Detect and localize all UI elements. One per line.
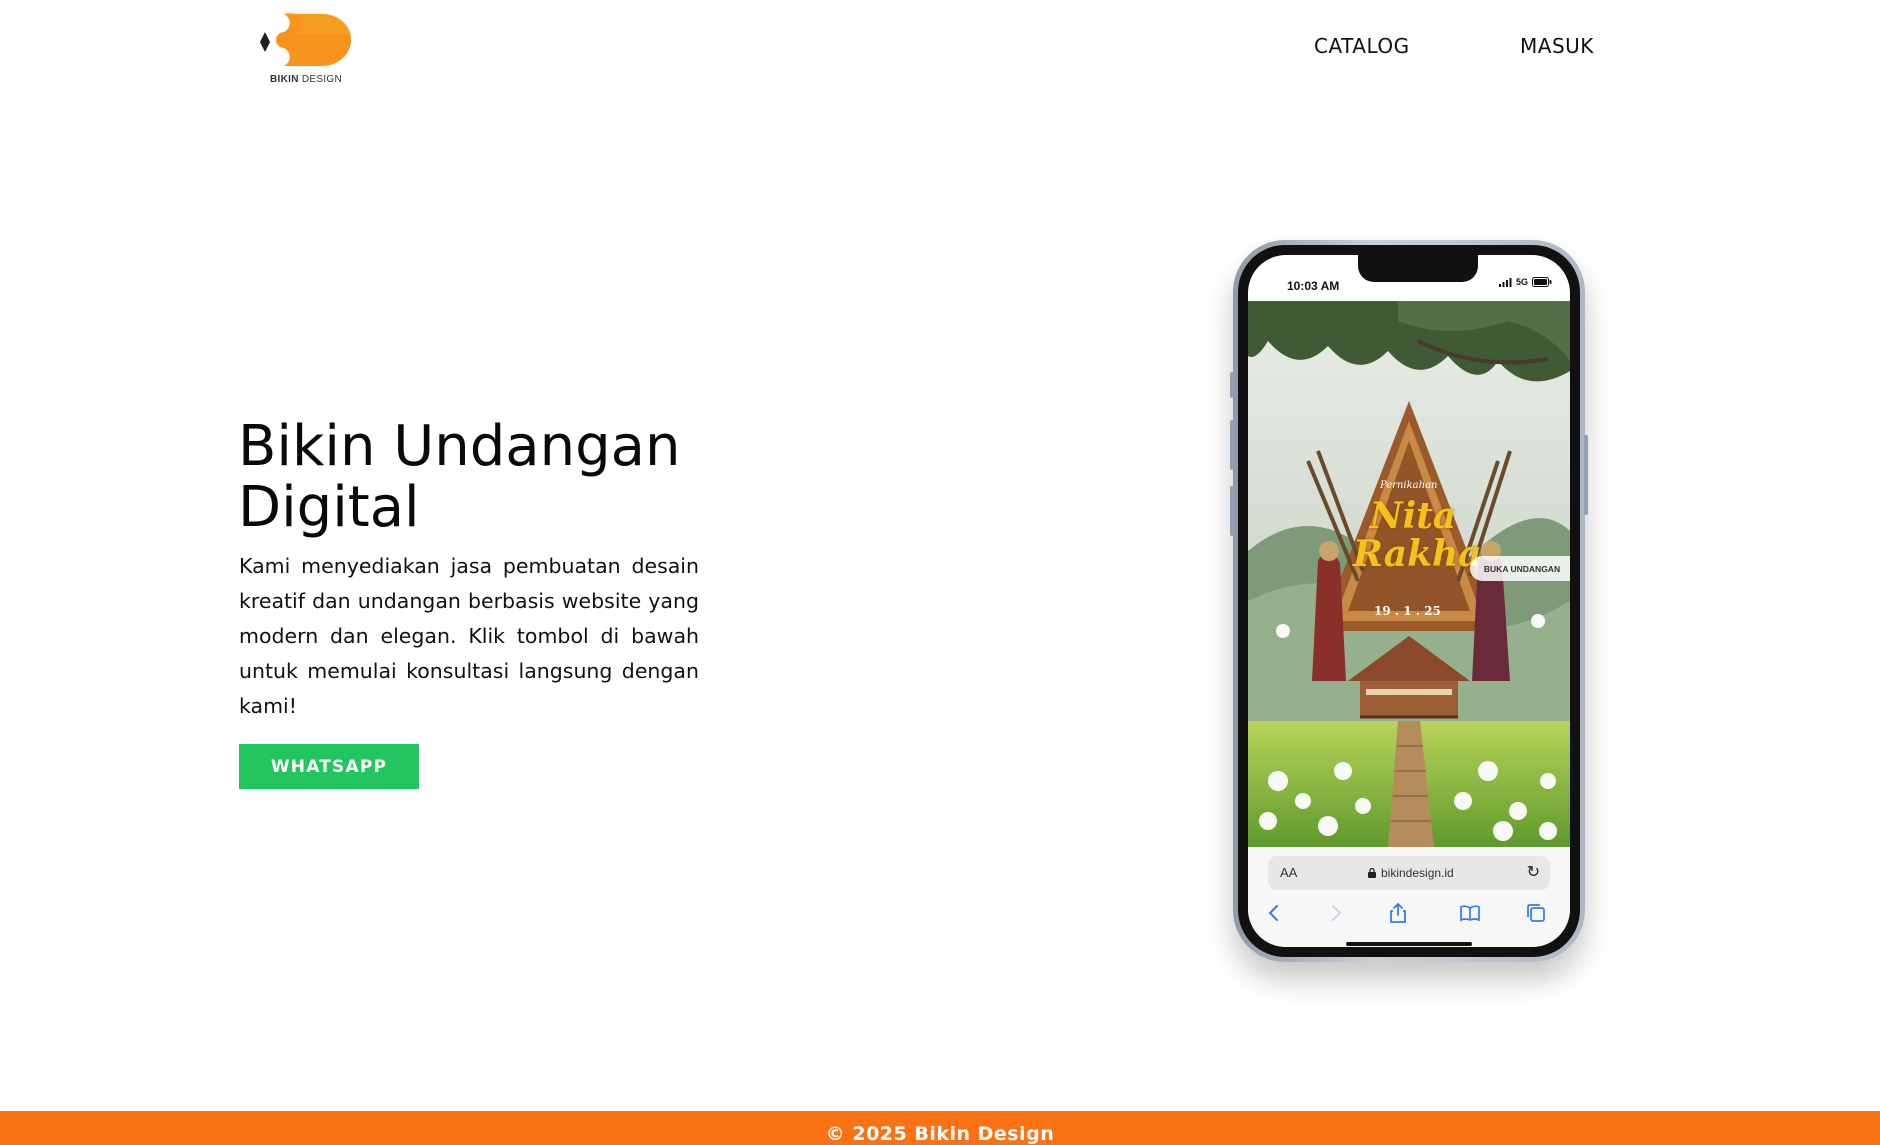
invitation-names: Nita Rakha	[1353, 495, 1482, 575]
nav-catalog-link[interactable]: CATALOG	[1314, 34, 1410, 58]
open-invitation-button[interactable]: BUKA UNDANGAN	[1470, 556, 1570, 581]
home-indicator	[1346, 942, 1472, 946]
status-indicators: 5G	[1498, 277, 1552, 287]
status-time: 10:03 AM	[1287, 279, 1340, 293]
phone-side-button	[1230, 372, 1234, 398]
bride-name: Nita	[1369, 495, 1457, 537]
phone-screen: 10:03 AM 5G Pernikahan Nita Rakha 19 . 1…	[1248, 255, 1570, 947]
browser-toolbar: AA bikindesign.id ↻	[1248, 847, 1570, 947]
back-icon[interactable]	[1262, 901, 1286, 925]
phone-bezel: 10:03 AM 5G Pernikahan Nita Rakha 19 . 1…	[1238, 245, 1580, 957]
footer-copyright: © 2025 Bikin Design	[825, 1123, 1055, 1145]
url-display: bikindesign.id	[1368, 866, 1454, 880]
invitation-preview: Pernikahan Nita Rakha 19 . 1 . 25 BUKA U…	[1248, 301, 1570, 847]
phone-volume-down-button	[1230, 486, 1234, 536]
logo-wordmark: BIKIN DESIGN	[270, 74, 342, 85]
tabs-icon[interactable]	[1524, 901, 1548, 925]
invitation-subtitle: Pernikahan	[1380, 480, 1438, 491]
landing-page: BIKIN DESIGN CATALOG MASUK Bikin Undanga…	[0, 0, 1880, 1145]
share-icon[interactable]	[1386, 901, 1410, 925]
invitation-date: 19 . 1 . 25	[1374, 604, 1441, 618]
whatsapp-button[interactable]: WHATSAPP	[239, 744, 419, 789]
bikin-design-logo-icon	[260, 12, 351, 66]
bookmarks-icon[interactable]	[1458, 901, 1482, 925]
footer: © 2025 Bikin Design	[0, 1111, 1880, 1145]
nav-masuk-link[interactable]: MASUK	[1520, 34, 1594, 58]
hero-title: Bikin Undangan Digital	[238, 414, 681, 540]
lock-icon	[1368, 868, 1376, 878]
text-size-button[interactable]: AA	[1280, 865, 1297, 880]
phone-volume-up-button	[1230, 420, 1234, 470]
groom-name: Rakha	[1353, 533, 1482, 575]
network-label: 5G	[1515, 277, 1528, 287]
battery-icon	[1532, 277, 1552, 287]
reload-icon[interactable]: ↻	[1527, 862, 1540, 881]
phone-mockup: 10:03 AM 5G Pernikahan Nita Rakha 19 . 1…	[1230, 240, 1588, 962]
signal-icon	[1498, 277, 1512, 287]
address-bar[interactable]: AA bikindesign.id ↻	[1268, 856, 1550, 890]
hero-description: Kami menyediakan jasa pembuatan desain k…	[239, 554, 699, 718]
logo-link[interactable]: BIKIN DESIGN	[256, 12, 356, 88]
phone-power-button	[1584, 435, 1588, 515]
url-text: bikindesign.id	[1381, 866, 1454, 880]
phone-notch	[1358, 255, 1478, 282]
forward-icon[interactable]	[1324, 901, 1348, 925]
